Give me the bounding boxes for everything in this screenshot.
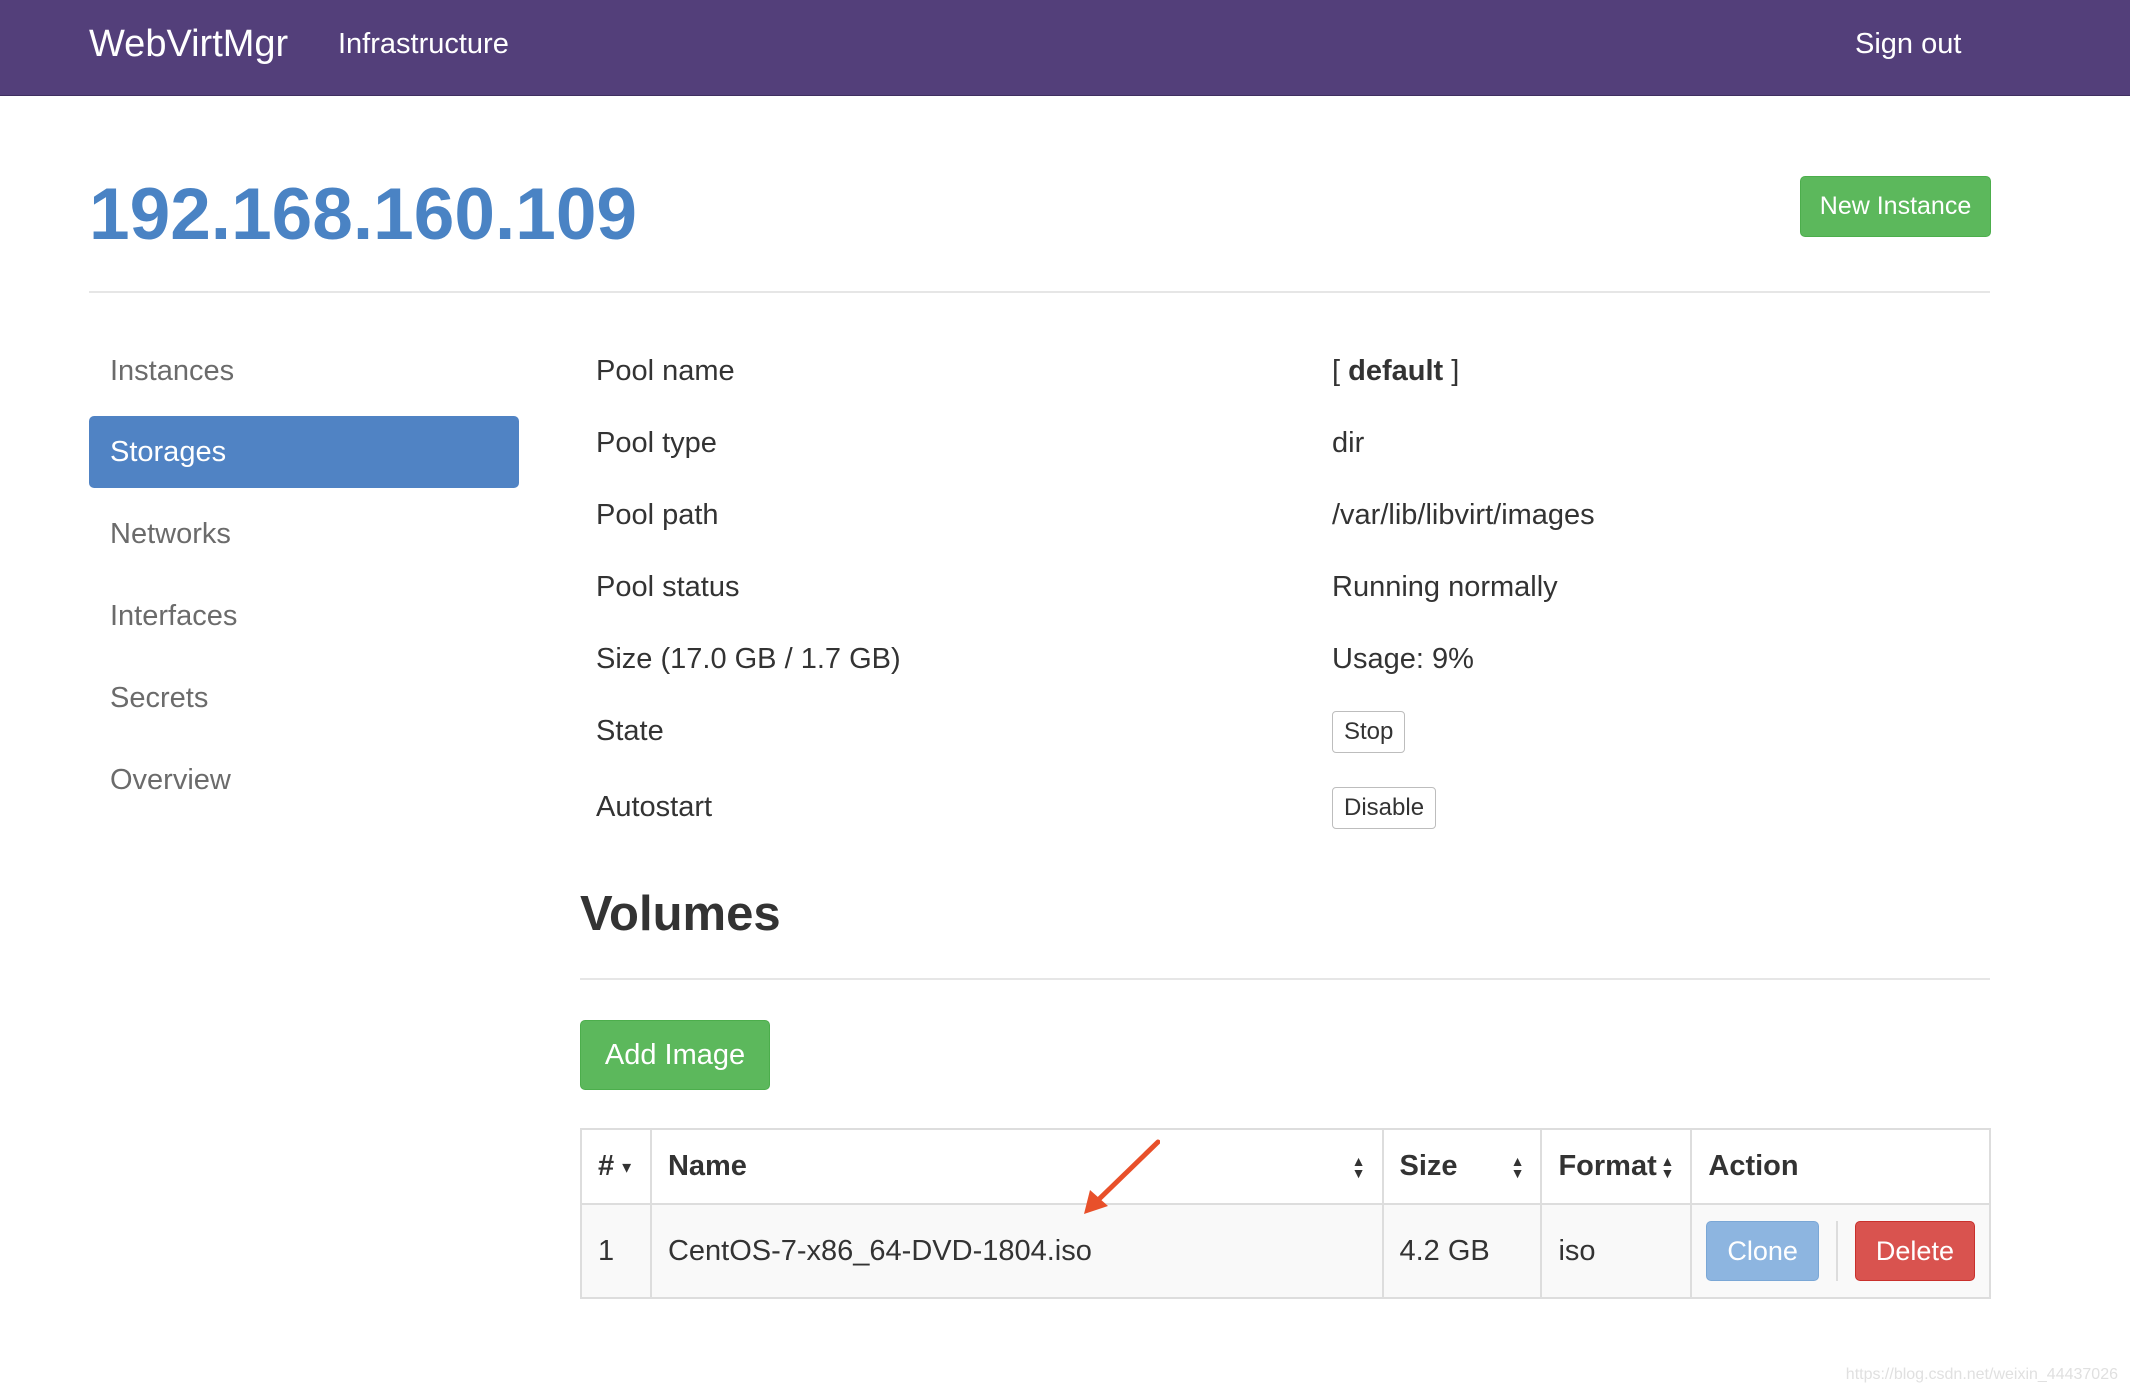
sign-out-link[interactable]: Sign out [1855, 26, 1961, 62]
pool-autostart-label: Autostart [596, 791, 713, 823]
nav-infrastructure-link[interactable]: Infrastructure [338, 26, 509, 62]
volumes-divider [580, 978, 1990, 980]
top-navbar: WebVirtMgr Infrastructure Sign out [0, 0, 2130, 96]
table-row: 1 CentOS-7-x86_64-DVD-1804.iso 4.2 GB is… [580, 1203, 1991, 1299]
sort-both-icon[interactable]: ▲ ▼ [1661, 1154, 1675, 1180]
disable-autostart-button[interactable]: Disable [1332, 787, 1437, 829]
pool-status-label: Pool status [596, 571, 740, 603]
volume-name: CentOS-7-x86_64-DVD-1804.iso [649, 1203, 1384, 1299]
pool-type-value: dir [1332, 427, 1365, 459]
pool-size-label: Size (17.0 GB / 1.7 GB) [596, 643, 901, 675]
sidebar-item-networks[interactable]: Networks [89, 498, 519, 570]
column-header-name[interactable]: Name ▲ ▼ [649, 1128, 1384, 1205]
watermark-text: https://blog.csdn.net/weixin_44437026 [1845, 1366, 2118, 1383]
pool-name-text: default [1348, 355, 1444, 387]
column-header-action: Action [1690, 1128, 1991, 1205]
table-header-row: # ▾ Name ▲ ▼ Size ▲ ▼ Format ▲ ▼ Action [580, 1128, 1991, 1205]
add-image-button[interactable]: Add Image [580, 1020, 770, 1090]
volumes-table: # ▾ Name ▲ ▼ Size ▲ ▼ Format ▲ ▼ Action … [580, 1128, 1991, 1299]
volume-size: 4.2 GB [1381, 1203, 1543, 1299]
pool-name-value: [ default ] [1332, 353, 1459, 389]
sort-both-icon[interactable]: ▲ ▼ [1352, 1154, 1366, 1180]
sort-both-icon[interactable]: ▲ ▼ [1511, 1154, 1525, 1180]
column-label-name: Name [667, 1150, 747, 1182]
clone-button[interactable]: Clone [1706, 1221, 1819, 1281]
volume-number: 1 [580, 1203, 652, 1299]
pool-status-value: Running normally [1332, 571, 1558, 603]
stop-pool-button[interactable]: Stop [1332, 711, 1406, 753]
pool-usage-value: Usage: 9% [1332, 643, 1474, 675]
volumes-title: Volumes [580, 887, 781, 941]
annotation-arrow-icon [1084, 1139, 1160, 1214]
column-label-format: Format [1558, 1150, 1657, 1182]
column-header-number[interactable]: # ▾ [580, 1128, 652, 1205]
pool-name-bracket-open: [ [1332, 355, 1349, 387]
volume-actions: Clone Delete [1690, 1203, 1991, 1299]
delete-button[interactable]: Delete [1854, 1221, 1975, 1281]
sidebar-item-instances[interactable]: Instances [89, 335, 519, 407]
sidebar-item-secrets[interactable]: Secrets [89, 662, 519, 734]
sort-desc-icon[interactable]: ▾ [622, 1158, 631, 1176]
sidebar-item-interfaces[interactable]: Interfaces [89, 580, 519, 652]
pool-name-label: Pool name [596, 355, 735, 387]
column-header-format[interactable]: Format ▲ ▼ [1540, 1128, 1693, 1205]
pool-type-label: Pool type [596, 427, 717, 459]
column-label-number: # [598, 1150, 615, 1182]
new-instance-button[interactable]: New Instance [1800, 176, 1991, 237]
column-header-size[interactable]: Size ▲ ▼ [1381, 1128, 1543, 1205]
header-divider [89, 291, 1990, 293]
pool-path-label: Pool path [596, 499, 719, 531]
column-label-action: Action [1708, 1150, 1799, 1182]
brand-logo[interactable]: WebVirtMgr [89, 20, 288, 68]
sidebar-item-overview[interactable]: Overview [89, 744, 519, 816]
pool-path-value: /var/lib/libvirt/images [1332, 499, 1595, 531]
column-label-size: Size [1399, 1150, 1458, 1182]
pool-state-label: State [596, 715, 664, 747]
sidebar-item-storages[interactable]: Storages [89, 416, 519, 488]
action-divider [1835, 1221, 1838, 1281]
pool-name-bracket-close: ] [1443, 355, 1460, 387]
page-title: 192.168.160.109 [89, 174, 638, 255]
volume-format: iso [1540, 1203, 1693, 1299]
